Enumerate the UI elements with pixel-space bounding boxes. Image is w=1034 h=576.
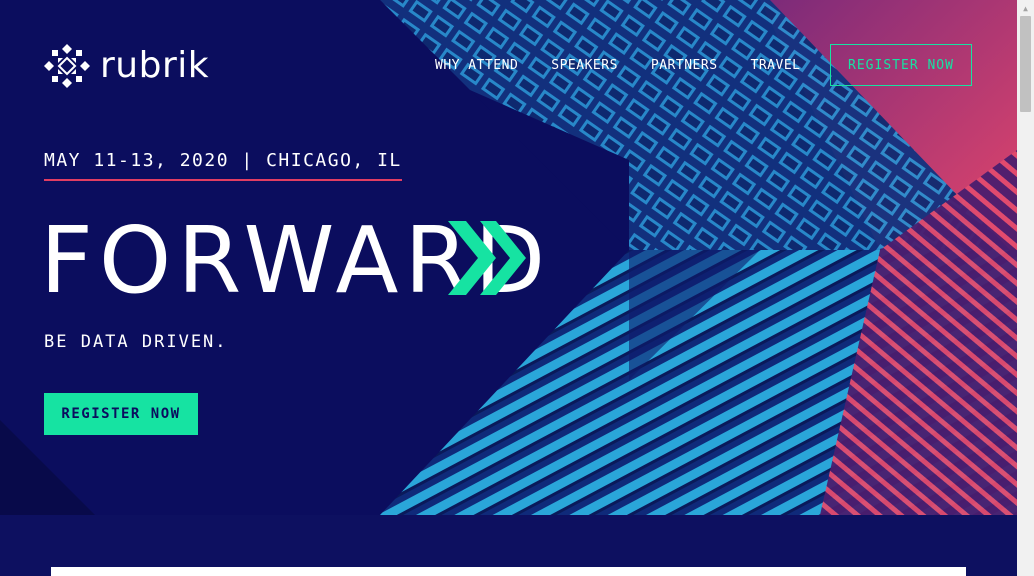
content-card bbox=[51, 567, 966, 576]
nav-register-button[interactable]: REGISTER NOW bbox=[830, 44, 972, 86]
double-chevron-right-icon bbox=[448, 221, 526, 295]
scroll-up-arrow-icon[interactable]: ▲ bbox=[1017, 0, 1034, 16]
nav-item-travel[interactable]: TRAVEL bbox=[751, 58, 801, 73]
nav-item-partners[interactable]: PARTNERS bbox=[651, 58, 718, 73]
page: rubrik WHY ATTEND SPEAKERS PARTNERS TRAV… bbox=[0, 0, 1017, 576]
brand-logo[interactable]: rubrik bbox=[44, 44, 209, 88]
hero-register-button[interactable]: REGISTER NOW bbox=[44, 393, 198, 435]
brand-name: rubrik bbox=[100, 45, 210, 86]
rubrik-logo-icon bbox=[44, 44, 90, 88]
top-nav: WHY ATTEND SPEAKERS PARTNERS TRAVEL bbox=[435, 58, 834, 73]
nav-item-speakers[interactable]: SPEAKERS bbox=[551, 58, 618, 73]
hero-tagline: BE DATA DRIVEN. bbox=[44, 332, 228, 352]
scrollbar-thumb[interactable] bbox=[1020, 16, 1031, 112]
event-date: MAY 11-13, 2020 | CHICAGO, IL bbox=[44, 150, 402, 181]
vertical-scrollbar[interactable]: ▲ bbox=[1017, 0, 1034, 576]
nav-item-why-attend[interactable]: WHY ATTEND bbox=[435, 58, 518, 73]
